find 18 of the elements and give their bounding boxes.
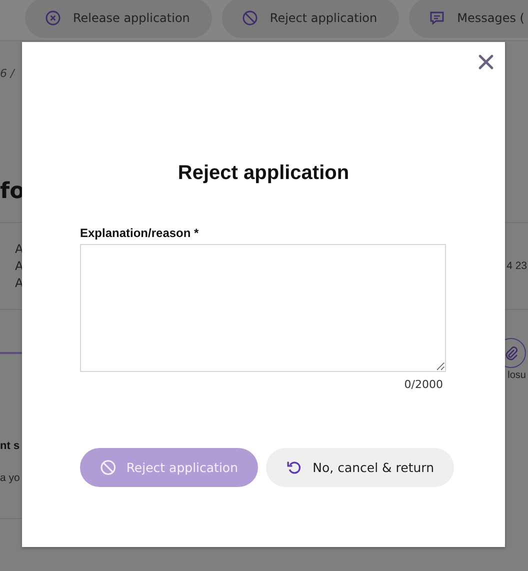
close-circle-icon [45,10,61,26]
cancel-button[interactable]: No, cancel & return [266,448,454,487]
close-icon[interactable] [478,54,494,70]
dialog-title: Reject application [176,162,350,185]
section-heading: nt s [0,440,21,452]
reason-field[interactable] [80,244,446,372]
attachment-label: losu [508,370,526,381]
prohibited-icon [100,459,116,476]
prohibited-icon [242,10,258,26]
field-label: Explanation/reason * [80,226,200,240]
breadcrumb: 6 / [0,67,16,80]
undo-icon [286,459,303,476]
toolbar-button[interactable]: Messages ( [409,0,528,38]
toolbar-button[interactable]: Release application [25,0,212,38]
detail-text: 4 23 [506,260,527,272]
character-counter: 0/2000 [404,378,443,391]
message-icon [429,10,446,26]
toolbar-button[interactable]: Reject application [222,0,400,38]
